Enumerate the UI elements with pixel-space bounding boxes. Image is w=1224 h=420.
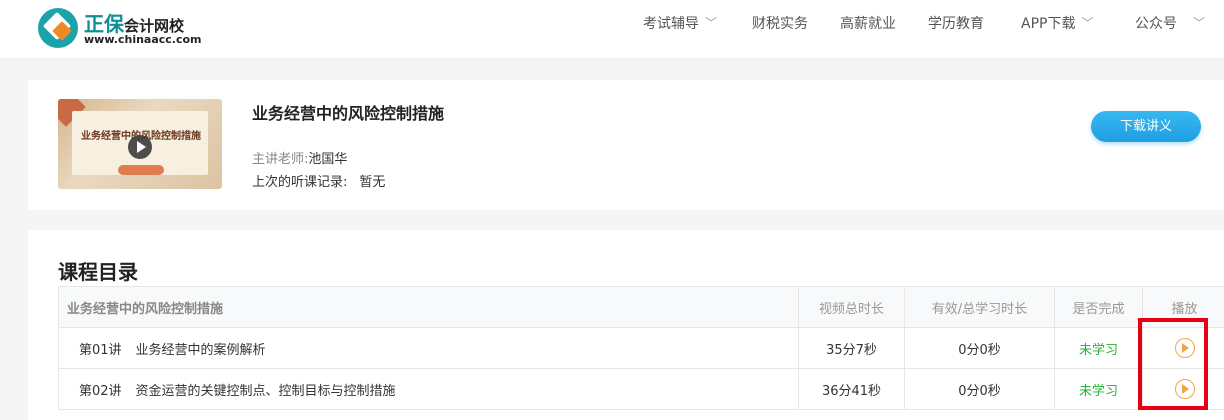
logo-emblem-icon — [38, 8, 78, 48]
lecture-title: 业务经营中的案例解析 — [136, 343, 266, 358]
nav-item-education[interactable]: 学历教育 — [928, 0, 984, 48]
download-handout-button[interactable]: 下载讲义 — [1091, 111, 1201, 142]
course-title: 业务经营中的风险控制措施 — [252, 100, 444, 124]
col-header-studied: 有效/总学习时长 — [905, 287, 1055, 328]
nav-item-wechat[interactable]: 公众号 ﹀ — [1135, 0, 1205, 48]
last-record-value: 暂无 — [359, 175, 385, 190]
site-logo[interactable]: 正保会计网校 www.chinaacc.com — [38, 6, 198, 50]
catalog-title: 课程目录 — [58, 256, 138, 285]
nav-item-tax[interactable]: 财税实务 — [752, 0, 808, 48]
nav-item-exam[interactable]: 考试辅导 ﹀ — [643, 0, 717, 48]
lecture-table: 业务经营中的风险控制措施 视频总时长 有效/总学习时长 是否完成 播放 第01讲… — [58, 286, 1224, 410]
thumb-badge — [118, 165, 164, 175]
table-row[interactable]: 第02讲资金运营的关键控制点、控制目标与控制措施 36分41秒 0分0秒 未学习 — [59, 369, 1224, 410]
course-catalog-card: 课程目录 业务经营中的风险控制措施 视频总时长 有效/总学习时长 是否完成 播放… — [28, 230, 1224, 420]
lecture-name[interactable]: 第01讲业务经营中的案例解析 — [59, 328, 799, 369]
table-row[interactable]: 第01讲业务经营中的案例解析 35分7秒 0分0秒 未学习 — [59, 328, 1224, 369]
col-header-status: 是否完成 — [1055, 287, 1143, 328]
chevron-down-icon: ﹀ — [1081, 0, 1093, 47]
chevron-down-icon: ﹀ — [705, 0, 717, 47]
nav-item-app[interactable]: APP下载 ﹀ — [1021, 0, 1093, 48]
lecture-number: 第02讲 — [79, 384, 122, 399]
col-header-course: 业务经营中的风险控制措施 — [59, 287, 799, 328]
video-duration: 36分41秒 — [799, 369, 905, 410]
study-duration: 0分0秒 — [905, 369, 1055, 410]
lecture-number: 第01讲 — [79, 343, 122, 358]
teacher-info: 主讲老师:池国华 — [252, 148, 347, 167]
play-icon[interactable] — [128, 135, 152, 159]
chevron-down-icon: ﹀ — [1193, 0, 1205, 47]
course-thumbnail[interactable]: 业务经营中的风险控制措施 — [58, 99, 222, 189]
table-header-row: 业务经营中的风险控制措施 视频总时长 有效/总学习时长 是否完成 播放 — [59, 287, 1224, 328]
last-record-info: 上次的听课记录: 暂无 — [252, 171, 385, 190]
highlight-box — [1138, 318, 1208, 410]
nav-label: 学历教育 — [928, 16, 984, 32]
nav-label: 公众号 — [1135, 16, 1177, 32]
nav-label: 考试辅导 — [643, 16, 699, 32]
nav-label: APP下载 — [1021, 16, 1075, 32]
nav-item-jobs[interactable]: 高薪就业 — [840, 0, 896, 48]
study-duration: 0分0秒 — [905, 328, 1055, 369]
status-badge: 未学习 — [1055, 369, 1143, 410]
nav-label: 财税实务 — [752, 16, 808, 32]
teacher-name: 池国华 — [308, 152, 347, 167]
logo-url: www.chinaacc.com — [84, 33, 202, 46]
video-duration: 35分7秒 — [799, 328, 905, 369]
teacher-label: 主讲老师: — [252, 152, 308, 167]
col-header-duration: 视频总时长 — [799, 287, 905, 328]
lecture-name[interactable]: 第02讲资金运营的关键控制点、控制目标与控制措施 — [59, 369, 799, 410]
lecture-title: 资金运营的关键控制点、控制目标与控制措施 — [136, 384, 396, 399]
status-badge: 未学习 — [1055, 328, 1143, 369]
top-header: 正保会计网校 www.chinaacc.com 考试辅导﹀ 财税实务 高薪就业 … — [0, 0, 1224, 59]
last-record-label: 上次的听课记录: — [252, 175, 347, 190]
course-info-card: 业务经营中的风险控制措施 业务经营中的风险控制措施 主讲老师:池国华 上次的听课… — [28, 80, 1224, 210]
nav-label: 高薪就业 — [840, 16, 896, 32]
